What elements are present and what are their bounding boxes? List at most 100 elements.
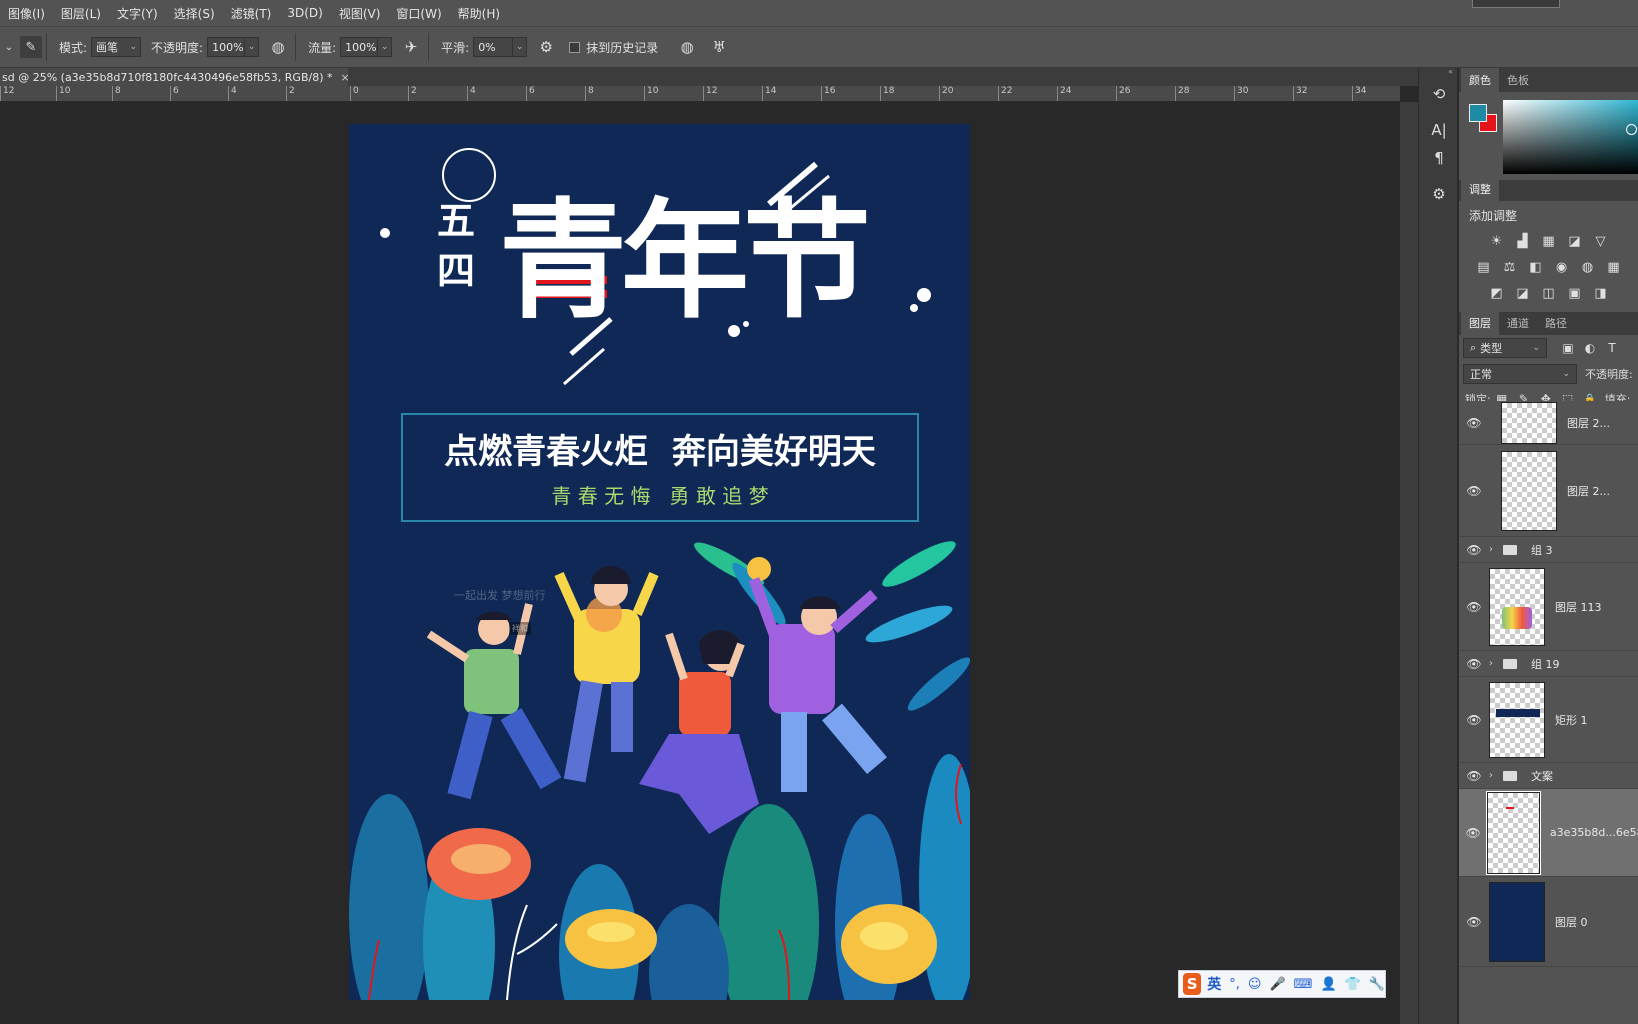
- erase-history-checkbox[interactable]: [569, 41, 581, 53]
- hue-saturation-icon[interactable]: ▤: [1472, 258, 1496, 276]
- eye-icon[interactable]: 👁: [1459, 915, 1489, 929]
- flow-input[interactable]: 100%: [340, 37, 379, 57]
- close-icon[interactable]: ×: [341, 71, 349, 84]
- tab-channels[interactable]: 通道: [1499, 311, 1537, 335]
- skin-icon[interactable]: 👕: [1345, 977, 1361, 992]
- user-icon[interactable]: 👤: [1320, 977, 1336, 992]
- sogou-logo-icon[interactable]: S: [1183, 973, 1202, 995]
- menu-type[interactable]: 文字(Y): [117, 5, 158, 22]
- symmetry-icon[interactable]: ♅: [706, 34, 732, 60]
- decor-dot: [910, 304, 918, 312]
- menu-layer[interactable]: 图层(L): [61, 5, 101, 22]
- keyboard-icon[interactable]: ⌨: [1294, 977, 1313, 992]
- eye-icon[interactable]: 👁: [1459, 416, 1489, 430]
- layer-row[interactable]: 👁 图层 113: [1459, 563, 1638, 651]
- airbrush-icon[interactable]: ✈: [398, 34, 424, 60]
- eye-icon[interactable]: 👁: [1459, 657, 1489, 671]
- gear-icon[interactable]: ⚙: [533, 34, 559, 60]
- eye-icon[interactable]: 👁: [1459, 826, 1487, 840]
- eye-icon[interactable]: 👁: [1459, 484, 1489, 498]
- flower-yellow: [841, 904, 937, 984]
- menu-select[interactable]: 选择(S): [174, 5, 215, 22]
- opacity-input[interactable]: 100%: [207, 37, 246, 57]
- white-stems: [506, 904, 558, 1000]
- channel-mixer-icon[interactable]: ◍: [1576, 258, 1600, 276]
- document-tab[interactable]: sd @ 25% (a3e35b8d710f8180fc4430496e58fb…: [0, 68, 348, 86]
- eye-icon[interactable]: 👁: [1459, 713, 1489, 727]
- black-white-icon[interactable]: ◧: [1524, 258, 1548, 276]
- color-picker-field[interactable]: [1503, 100, 1638, 174]
- tab-layers[interactable]: 图层: [1461, 311, 1499, 335]
- tab-adjustments[interactable]: 调整: [1461, 177, 1499, 201]
- properties-icon[interactable]: ⚙: [1419, 180, 1459, 208]
- chevron-right-icon[interactable]: ›: [1489, 544, 1497, 555]
- opacity-dropdown-button[interactable]: ⌄: [245, 37, 260, 57]
- collapse-arrows-icon[interactable]: «: [1419, 68, 1457, 76]
- person-yellow: [554, 566, 659, 783]
- curves-icon[interactable]: ▦: [1537, 232, 1561, 250]
- ime-language-toggle[interactable]: 英: [1207, 974, 1221, 994]
- layer-group-row[interactable]: 👁 › 文案: [1459, 763, 1638, 789]
- decor-dot: [380, 228, 390, 238]
- menu-3d[interactable]: 3D(D): [287, 6, 322, 20]
- wrench-icon[interactable]: 🔧: [1369, 977, 1385, 992]
- horizontal-ruler[interactable]: 12 10 8 6 4 2 0 2 4 6 8 10 12 14 16 18 2…: [0, 86, 1400, 102]
- emoji-icon[interactable]: ☺: [1248, 977, 1262, 992]
- gradient-map-icon[interactable]: ◨: [1589, 284, 1613, 302]
- filter-pixel-icon[interactable]: ▣: [1557, 341, 1579, 355]
- blend-mode-dropdown[interactable]: 正常 ⌄: [1463, 364, 1577, 384]
- eye-icon[interactable]: 👁: [1459, 769, 1489, 783]
- layer-filter-dropdown[interactable]: ⌕ 类型 ⌄: [1463, 338, 1547, 358]
- color-picker-handle[interactable]: [1626, 124, 1637, 135]
- color-lookup-icon[interactable]: ▦: [1602, 258, 1626, 276]
- brightness-icon[interactable]: ☀: [1485, 232, 1509, 250]
- poster-title: 青年节: [499, 187, 871, 336]
- vibrance-icon[interactable]: ▽: [1589, 232, 1613, 250]
- pressure-size-icon[interactable]: ◍: [674, 34, 700, 60]
- smoothing-dropdown-button[interactable]: ⌄: [513, 37, 528, 57]
- filter-adjustment-icon[interactable]: ◐: [1579, 341, 1601, 355]
- posterize-icon[interactable]: ◪: [1511, 284, 1535, 302]
- mode-dropdown[interactable]: 画笔 ⌄: [91, 37, 142, 57]
- microphone-icon[interactable]: 🎤: [1269, 977, 1285, 992]
- menu-view[interactable]: 视图(V): [339, 5, 381, 22]
- smoothing-input[interactable]: 0%: [473, 37, 514, 57]
- paragraph-icon[interactable]: ¶: [1419, 144, 1459, 172]
- photo-filter-icon[interactable]: ◉: [1550, 258, 1574, 276]
- layer-row[interactable]: 👁 矩形 1: [1459, 677, 1638, 763]
- layer-row-selected[interactable]: 👁 a3e35b8d...6e58: [1459, 789, 1638, 877]
- menu-image[interactable]: 图像(I): [8, 5, 45, 22]
- tab-paths[interactable]: 路径: [1537, 311, 1575, 335]
- levels-icon[interactable]: ▟: [1511, 232, 1535, 250]
- poster-artwork[interactable]: 五 四 青年节 点燃青春火炬 奔向美好明天 青 春 无 悔 勇 敢 追 梦 一起…: [349, 124, 970, 1000]
- flow-dropdown-button[interactable]: ⌄: [378, 37, 393, 57]
- menu-help[interactable]: 帮助(H): [458, 5, 500, 22]
- layer-row[interactable]: 👁 图层 0: [1459, 877, 1638, 967]
- chevron-right-icon[interactable]: ›: [1489, 658, 1497, 669]
- brush-preset-icon[interactable]: ✎: [20, 36, 42, 58]
- filter-type-icon[interactable]: T: [1601, 341, 1623, 355]
- eye-icon[interactable]: 👁: [1459, 600, 1489, 614]
- foreground-color-swatch[interactable]: [1469, 104, 1487, 122]
- exposure-icon[interactable]: ◪: [1563, 232, 1587, 250]
- character-icon[interactable]: A|: [1419, 116, 1459, 144]
- eye-icon[interactable]: 👁: [1459, 543, 1489, 557]
- menu-window[interactable]: 窗口(W): [396, 5, 441, 22]
- pressure-opacity-icon[interactable]: ◍: [265, 34, 291, 60]
- chevron-right-icon[interactable]: ›: [1489, 770, 1497, 781]
- color-balance-icon[interactable]: ⚖: [1498, 258, 1522, 276]
- threshold-icon[interactable]: ◫: [1537, 284, 1561, 302]
- layer-group-row[interactable]: 👁 › 组 19: [1459, 651, 1638, 677]
- punctuation-icon[interactable]: °,: [1229, 977, 1240, 992]
- window-control-strip[interactable]: [1472, 0, 1560, 8]
- chevron-down-icon[interactable]: ⌄: [4, 34, 14, 60]
- layer-row[interactable]: 👁 图层 2...: [1459, 445, 1638, 537]
- vertical-scrollbar[interactable]: [1400, 102, 1418, 1024]
- invert-icon[interactable]: ◩: [1485, 284, 1509, 302]
- history-brush-icon[interactable]: ⟲: [1419, 80, 1459, 108]
- layer-row[interactable]: 👁 图层 2...: [1459, 401, 1638, 445]
- ruler-tick: 34: [1352, 86, 1366, 101]
- selective-color-icon[interactable]: ▣: [1563, 284, 1587, 302]
- layer-group-row[interactable]: 👁 › 组 3: [1459, 537, 1638, 563]
- menu-filter[interactable]: 滤镜(T): [231, 5, 272, 22]
